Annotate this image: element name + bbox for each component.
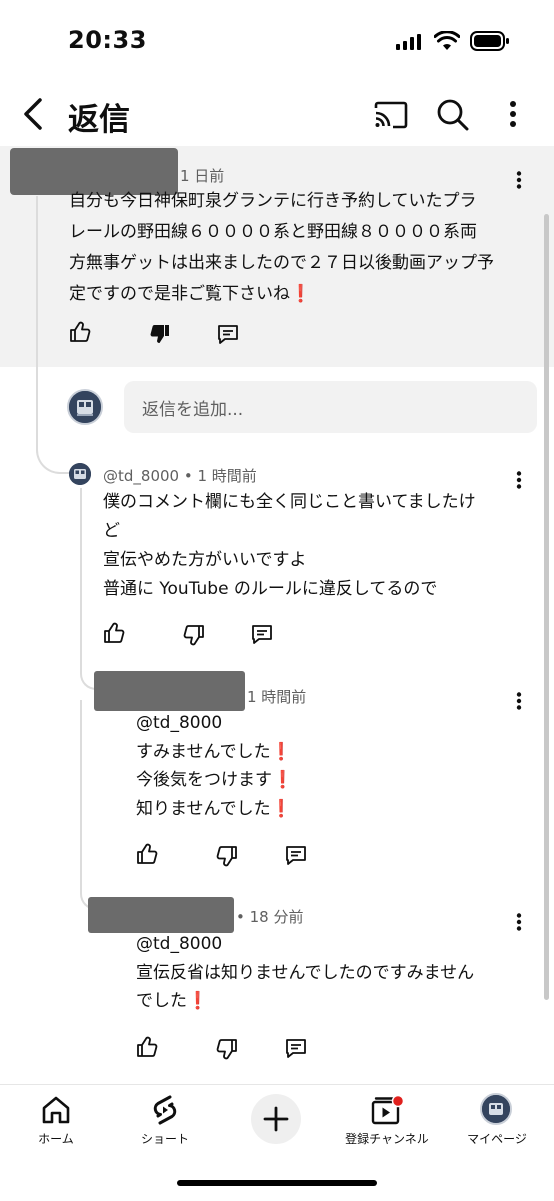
page-title: 返信 [68, 102, 130, 138]
redacted-avatar-and-author [88, 897, 234, 933]
thread-line [80, 700, 82, 890]
status-time: 20:33 [68, 26, 147, 54]
dislike-button-active[interactable] [148, 322, 172, 346]
comment-line: 定ですので是非ご覧下さいね [69, 284, 290, 304]
reply-text: @td_8000 すみませんでした❗ 今後気をつけます❗ 知りませんでした❗ [136, 709, 293, 823]
comment-line: 普通に YouTube のルールに違反してるので [103, 579, 438, 599]
reply-button[interactable] [284, 1036, 308, 1060]
exclamation-emoji: ❗ [270, 798, 292, 819]
shorts-icon [151, 1094, 179, 1130]
reply-button[interactable] [250, 622, 274, 646]
search-button[interactable] [436, 98, 470, 136]
reply-time: 1 時間前 [247, 688, 307, 706]
exclamation-emoji: ❗ [270, 741, 292, 762]
signal-icon [396, 34, 422, 54]
create-button[interactable] [251, 1094, 301, 1144]
scrollbar[interactable] [544, 214, 549, 1000]
nav-shorts[interactable]: ショート [110, 1092, 220, 1152]
reply-button[interactable] [284, 843, 308, 867]
thread-line-curve [36, 436, 74, 474]
reply-menu-button[interactable] [516, 913, 522, 935]
nav-mypage[interactable]: マイページ [442, 1092, 552, 1152]
reply-text: 僕のコメント欄にも全く同じこと書いてましたけ ど 宣伝やめた方がいいですよ 普通… [103, 488, 476, 604]
cast-button[interactable] [373, 100, 409, 134]
add-reply-input[interactable]: 返信を追加... [124, 381, 537, 433]
plus-icon [263, 1106, 289, 1132]
top-comment-menu-button[interactable] [516, 171, 522, 193]
top-comment-time: 1 日前 [180, 167, 225, 185]
back-button[interactable] [20, 97, 46, 135]
reply-text: @td_8000 宣伝反省は知りませんでしたのですみません でした❗ [136, 930, 474, 1016]
comment-line: ど [103, 521, 120, 541]
mention-link[interactable]: @td_8000 [136, 930, 474, 959]
comment-line: 僕のコメント欄にも全く同じこと書いてましたけ [103, 492, 476, 512]
like-button[interactable] [68, 320, 92, 344]
reply-menu-button[interactable] [516, 471, 522, 493]
dislike-button[interactable] [215, 844, 239, 868]
reply-button[interactable] [216, 322, 240, 346]
more-options-button[interactable] [508, 100, 518, 132]
comment-line: すみませんでした [136, 741, 271, 762]
nav-subscriptions[interactable]: 登録チャンネル [332, 1092, 442, 1152]
nav-subscriptions-label: 登録チャンネル [345, 1132, 429, 1146]
nav-shorts-label: ショート [140, 1132, 189, 1146]
comment-line: でした [136, 991, 187, 1011]
dislike-button[interactable] [182, 623, 206, 647]
top-comment-text: 自分も今日神保町泉グランテに行き予約していたプラ レールの野田線６００００系と野… [69, 186, 494, 310]
reply-author[interactable]: @td_8000 [103, 467, 179, 485]
subscriptions-icon [371, 1094, 405, 1129]
like-button[interactable] [102, 621, 126, 645]
home-icon [41, 1095, 71, 1129]
nav-home-label: ホーム [38, 1132, 74, 1146]
dislike-button[interactable] [215, 1037, 239, 1061]
home-indicator [177, 1180, 377, 1186]
like-button[interactable] [135, 842, 159, 866]
like-button[interactable] [135, 1035, 159, 1059]
comment-line: 自分も今日神保町泉グランテに行き予約していたプラ [69, 191, 477, 211]
reply-time: • 18 分前 [236, 908, 304, 926]
comment-line: 今後気をつけます [136, 770, 272, 790]
reply-menu-button[interactable] [516, 692, 522, 714]
battery-icon [470, 30, 510, 56]
nav-home[interactable]: ホーム [0, 1092, 110, 1152]
user-avatar [67, 389, 103, 425]
exclamation-emoji: ❗ [290, 284, 312, 304]
comment-line: 知りませんでした [136, 798, 271, 819]
comment-line: レールの野田線６００００系と野田線８００００系両 [69, 222, 477, 242]
comment-line: 方無事ゲットは出来ましたので２７日以後動画アップ予 [69, 253, 494, 273]
thread-line [36, 196, 38, 444]
redacted-avatar-and-author [94, 671, 245, 711]
reply-meta: @td_8000 • 1 時間前 [103, 467, 257, 485]
mention-link[interactable]: @td_8000 [136, 709, 293, 738]
reply-author-avatar [69, 463, 91, 485]
exclamation-emoji: ❗ [187, 991, 209, 1011]
comment-line: 宣伝やめた方がいいですよ [103, 550, 307, 570]
profile-avatar [480, 1093, 512, 1125]
thread-line [80, 488, 82, 668]
exclamation-emoji: ❗ [272, 770, 294, 790]
nav-mypage-label: マイページ [467, 1132, 527, 1146]
reply-time: 1 時間前 [197, 467, 257, 485]
wifi-icon [433, 30, 461, 55]
comment-line: 宣伝反省は知りませんでしたのですみません [136, 962, 475, 983]
